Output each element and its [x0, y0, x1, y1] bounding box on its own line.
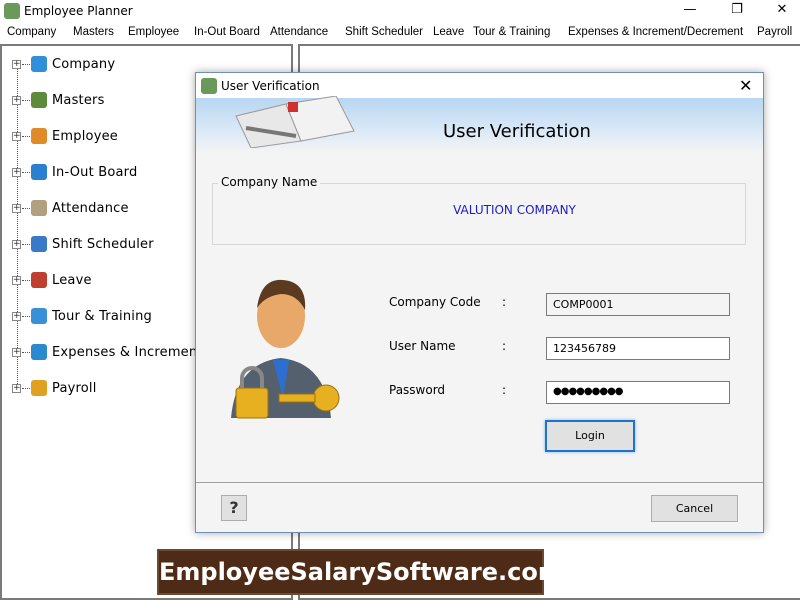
people-icon [31, 128, 47, 144]
tree-item-label: Employee [52, 128, 118, 144]
tree-connector [22, 99, 30, 101]
tree-connector [22, 279, 30, 281]
user-verification-dialog: User Verification ✕ User Verification Co… [195, 72, 764, 533]
dialog-title-bar: User Verification ✕ [196, 73, 763, 98]
tree-item-shift-scheduler[interactable]: + Shift Scheduler [12, 234, 154, 254]
building-icon [31, 56, 47, 72]
cancel-button[interactable]: Cancel [651, 495, 738, 522]
tree-item-masters[interactable]: + Masters [12, 90, 105, 110]
tree-item-label: Leave [52, 272, 92, 288]
menu-bar: Company Masters Employee In-Out Board Attend… [0, 22, 800, 44]
user-name-field[interactable]: 123456789 [546, 337, 730, 360]
arrows-icon [31, 164, 47, 180]
menu-employee[interactable]: Employee [128, 26, 179, 38]
checklist-icon [31, 200, 47, 216]
tree-item-label: Masters [52, 92, 105, 108]
company-code-field[interactable]: COMP0001 [546, 293, 730, 316]
layers-icon [31, 92, 47, 108]
dialog-close-button[interactable]: ✕ [739, 76, 752, 95]
tree-connector [22, 315, 30, 317]
menu-company[interactable]: Company [7, 26, 56, 38]
tree-connector [22, 243, 30, 245]
login-button[interactable]: Login [545, 420, 635, 452]
menu-tour-training[interactable]: Tour & Training [473, 26, 550, 38]
coin-icon [31, 380, 47, 396]
menu-expenses-increment-decrement[interactable]: Expenses & Increment/Decrement [568, 26, 743, 38]
tree-item-label: Expenses & Increment [52, 344, 203, 360]
menu-in-out-board[interactable]: In-Out Board [194, 26, 260, 38]
expand-icon[interactable]: + [12, 239, 21, 249]
help-button[interactable]: ? [221, 495, 247, 521]
tree-item-leave[interactable]: + Leave [12, 270, 92, 290]
close-button[interactable]: ✕ [767, 2, 797, 20]
expand-icon[interactable]: + [12, 131, 21, 141]
colon: : [502, 383, 507, 397]
tree-item-label: Company [52, 56, 116, 72]
tree-connector [22, 207, 30, 209]
tree-item-in-out-board[interactable]: + In-Out Board [12, 162, 137, 182]
tree-item-tour-training[interactable]: + Tour & Training [12, 306, 152, 326]
tree-item-label: In-Out Board [52, 164, 138, 180]
colon: : [502, 339, 507, 353]
watermark-banner: EmployeeSalarySoftware.com [157, 549, 563, 595]
company-name-label: Company Name [218, 175, 321, 189]
tree-item-label: Shift Scheduler [52, 236, 154, 252]
clock-icon [31, 236, 47, 252]
minimize-button[interactable]: — [675, 2, 705, 20]
expand-icon[interactable]: + [12, 311, 21, 321]
banner-title: User Verification [443, 121, 591, 142]
expand-icon[interactable]: + [12, 203, 21, 213]
password-label: Password [389, 383, 446, 397]
tree-connector [22, 135, 30, 137]
tree-item-label: Tour & Training [52, 308, 152, 324]
dialog-icon [201, 78, 217, 94]
expand-icon[interactable]: + [12, 59, 21, 69]
app-icon [4, 3, 20, 19]
notebook-pen-icon [235, 96, 355, 148]
expand-icon[interactable]: + [12, 167, 21, 177]
calendar-icon [31, 272, 47, 288]
tree-item-payroll[interactable]: + Payroll [12, 378, 97, 398]
tree-connector [22, 351, 30, 353]
expand-icon[interactable]: + [12, 275, 21, 285]
expand-icon[interactable]: + [12, 95, 21, 105]
maximize-button[interactable]: ❐ [722, 2, 752, 20]
tree-item-expenses-increment[interactable]: + Expenses & Increment [12, 342, 203, 362]
tree-item-employee[interactable]: + Employee [12, 126, 118, 146]
dialog-title: User Verification [221, 79, 320, 93]
expand-icon[interactable]: + [12, 347, 21, 357]
dialog-banner: User Verification [196, 96, 763, 153]
user-name-label: User Name [389, 339, 456, 353]
company-code-label: Company Code [389, 295, 481, 309]
tree-item-label: Payroll [52, 380, 97, 396]
airplane-icon [31, 308, 47, 324]
menu-shift-scheduler[interactable]: Shift Scheduler [345, 26, 423, 38]
menu-masters[interactable]: Masters [73, 26, 114, 38]
tree-connector [22, 387, 30, 389]
divider [196, 482, 763, 483]
title-bar: Employee Planner — ❐ ✕ [0, 0, 800, 22]
tree-item-label: Attendance [52, 200, 129, 216]
tree-item-attendance[interactable]: + Attendance [12, 198, 129, 218]
tree-item-company[interactable]: + Company [12, 54, 115, 74]
tree-connector [22, 171, 30, 173]
app-title: Employee Planner [24, 4, 133, 18]
menu-payroll[interactable]: Payroll [757, 26, 792, 38]
tree-connector [22, 63, 30, 65]
password-field[interactable]: ●●●●●●●●● [546, 381, 730, 404]
user-lock-key-icon [231, 279, 340, 419]
company-name-value: VALUTION COMPANY [453, 203, 576, 217]
colon: : [502, 295, 507, 309]
expand-icon[interactable]: + [12, 383, 21, 393]
menu-attendance[interactable]: Attendance [270, 26, 328, 38]
wallet-icon [31, 344, 47, 360]
menu-leave[interactable]: Leave [433, 26, 464, 38]
